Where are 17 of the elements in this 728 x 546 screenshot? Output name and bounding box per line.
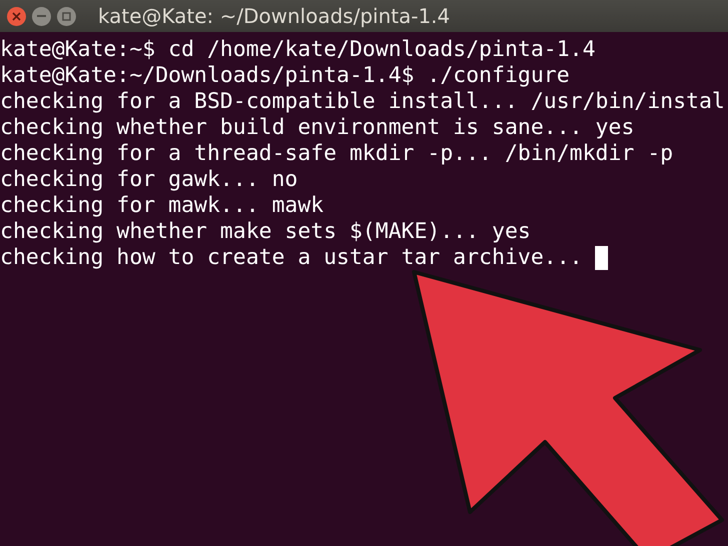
terminal-line: checking for a BSD-compatible install... /usr/bin/instal — [0, 89, 725, 115]
terminal-line: checking for mawk... mawk — [0, 193, 324, 219]
terminal-line: kate@Kate:~$ cd /home/kate/Downloads/pinta-1.4 — [0, 37, 596, 63]
terminal-line: checking whether make sets $(MAKE)... yes — [0, 219, 531, 245]
window-title: kate@Kate: ~/Downloads/pinta-1.4 — [98, 4, 450, 28]
terminal-line: checking how to create a ustar tar archive... — [0, 245, 582, 271]
maximize-button[interactable] — [57, 6, 76, 26]
maximize-icon — [62, 12, 71, 20]
close-icon — [12, 12, 21, 20]
text-cursor — [595, 246, 608, 270]
terminal-line: kate@Kate:~/Downloads/pinta-1.4$ ./configure — [0, 63, 570, 89]
terminal-line: checking for a thread-safe mkdir -p... /bin/mkdir -p — [0, 141, 674, 167]
terminal-line: checking for gawk... no — [0, 167, 298, 193]
minimize-button[interactable] — [32, 6, 51, 26]
close-button[interactable] — [7, 6, 26, 26]
terminal-line: checking whether build environment is sane... yes — [0, 115, 634, 141]
minimize-icon — [37, 14, 46, 18]
